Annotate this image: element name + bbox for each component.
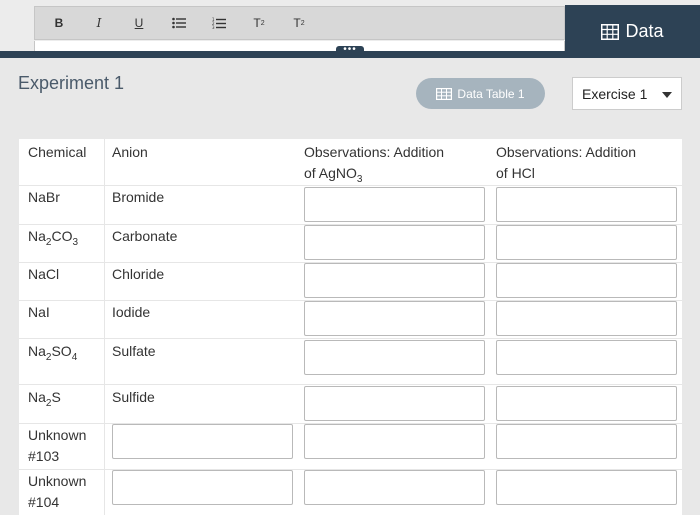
agno3-observation-input[interactable]	[304, 470, 485, 505]
hcl-observation-input[interactable]	[496, 225, 677, 260]
anion-iodide: Iodide	[112, 304, 151, 320]
numbered-list-icon[interactable]: 123	[199, 7, 239, 39]
agno3-observation-input[interactable]	[304, 386, 485, 421]
agno3-observation-input[interactable]	[304, 340, 485, 375]
resize-grip-handle[interactable]: •••	[336, 45, 364, 58]
formula-part: Na	[28, 389, 46, 405]
underline-button[interactable]: U	[119, 7, 159, 39]
chemical-na2so4: Na2SO4	[28, 341, 77, 368]
subscript-label: T	[293, 16, 301, 30]
row-divider	[19, 384, 682, 385]
superscript-label: T	[253, 16, 261, 30]
header-observations-hcl: Observations: Addition of HCl	[496, 142, 636, 184]
formula-part: SO	[51, 343, 72, 359]
bold-button[interactable]: B	[39, 7, 79, 39]
header-agno3-line1: Observations: Addition	[304, 144, 445, 160]
superscript-marker: 2	[260, 19, 265, 27]
chemical-nacl: NaCl	[28, 266, 60, 282]
unknown-label: Unknown	[28, 427, 87, 443]
column-divider	[104, 139, 105, 515]
header-hcl-line1: Observations: Addition	[496, 144, 637, 160]
row-divider	[19, 338, 682, 339]
hcl-observation-input[interactable]	[496, 470, 677, 505]
formula-part: Na	[28, 228, 46, 244]
chemical-unknown-104: Unknown #104	[28, 471, 86, 513]
agno3-observation-input[interactable]	[304, 187, 485, 222]
header-agno3-line2: of AgNO	[304, 165, 357, 181]
unknown-number: #104	[28, 494, 60, 510]
chemical-nabr: NaBr	[28, 189, 60, 205]
hcl-observation-input[interactable]	[496, 301, 677, 336]
anion-bromide: Bromide	[112, 189, 165, 205]
agno3-observation-input[interactable]	[304, 301, 485, 336]
formula-part: CO	[51, 228, 73, 244]
bulleted-list-icon[interactable]	[159, 7, 199, 39]
header-observations-agno3: Observations: Addition of AgNO3	[304, 142, 444, 190]
data-tab-button[interactable]: Data	[565, 5, 700, 58]
chevron-down-icon	[662, 92, 672, 98]
exercise-selected-value: Exercise 1	[582, 85, 648, 102]
hcl-observation-input[interactable]	[496, 263, 677, 298]
superscript-button[interactable]: T2	[239, 7, 279, 39]
hcl-observation-input[interactable]	[496, 340, 677, 375]
unknown-label: Unknown	[28, 473, 87, 489]
table-grid-icon	[436, 87, 453, 100]
hcl-observation-input[interactable]	[496, 187, 677, 222]
data-table-1-label: Data Table 1	[457, 86, 525, 101]
formatting-toolbar: B I U 123 T2 T2	[34, 6, 565, 40]
italic-button[interactable]: I	[79, 7, 119, 39]
hcl-observation-input[interactable]	[496, 424, 677, 459]
data-tab-label: Data	[625, 21, 664, 41]
anion-input[interactable]	[112, 424, 293, 459]
header-hcl-line2: of HCl	[496, 165, 535, 181]
agno3-observation-input[interactable]	[304, 225, 485, 260]
data-table: Chemical Anion Observations: Addition of…	[19, 139, 682, 515]
agno3-observation-input[interactable]	[304, 263, 485, 298]
header-agno3-subscript: 3	[356, 173, 363, 185]
agno3-observation-input[interactable]	[304, 424, 485, 459]
chemical-unknown-103: Unknown #103	[28, 425, 86, 467]
chemical-nai: NaI	[28, 304, 50, 320]
anion-chloride: Chloride	[112, 266, 165, 282]
hcl-observation-input[interactable]	[496, 386, 677, 421]
table-grid-icon	[601, 23, 620, 40]
header-anion: Anion	[112, 144, 148, 160]
header-chemical: Chemical	[28, 144, 87, 160]
formula-subscript: 4	[71, 351, 78, 363]
top-bar: B I U 123 T2 T2 ••• Data	[0, 0, 700, 58]
svg-text:3: 3	[212, 25, 215, 30]
anion-sulfate: Sulfate	[112, 343, 156, 359]
exercise-select[interactable]: Exercise 1	[572, 77, 682, 110]
formula-part: Na	[28, 343, 46, 359]
row-divider	[19, 185, 682, 186]
chemical-na2co3: Na2CO3	[28, 226, 78, 253]
experiment-title: Experiment 1	[18, 73, 125, 93]
anion-carbonate: Carbonate	[112, 228, 178, 244]
chemical-na2s: Na2S	[28, 387, 61, 414]
anion-sulfide: Sulfide	[112, 389, 155, 405]
subscript-marker: 2	[300, 19, 305, 27]
anion-input[interactable]	[112, 470, 293, 505]
text-editor-area[interactable]	[34, 41, 565, 51]
subscript-button[interactable]: T2	[279, 7, 319, 39]
formula-part: S	[51, 389, 61, 405]
formula-subscript: 3	[72, 236, 79, 248]
unknown-number: #103	[28, 448, 60, 464]
data-table-1-button[interactable]: Data Table 1	[416, 78, 545, 109]
